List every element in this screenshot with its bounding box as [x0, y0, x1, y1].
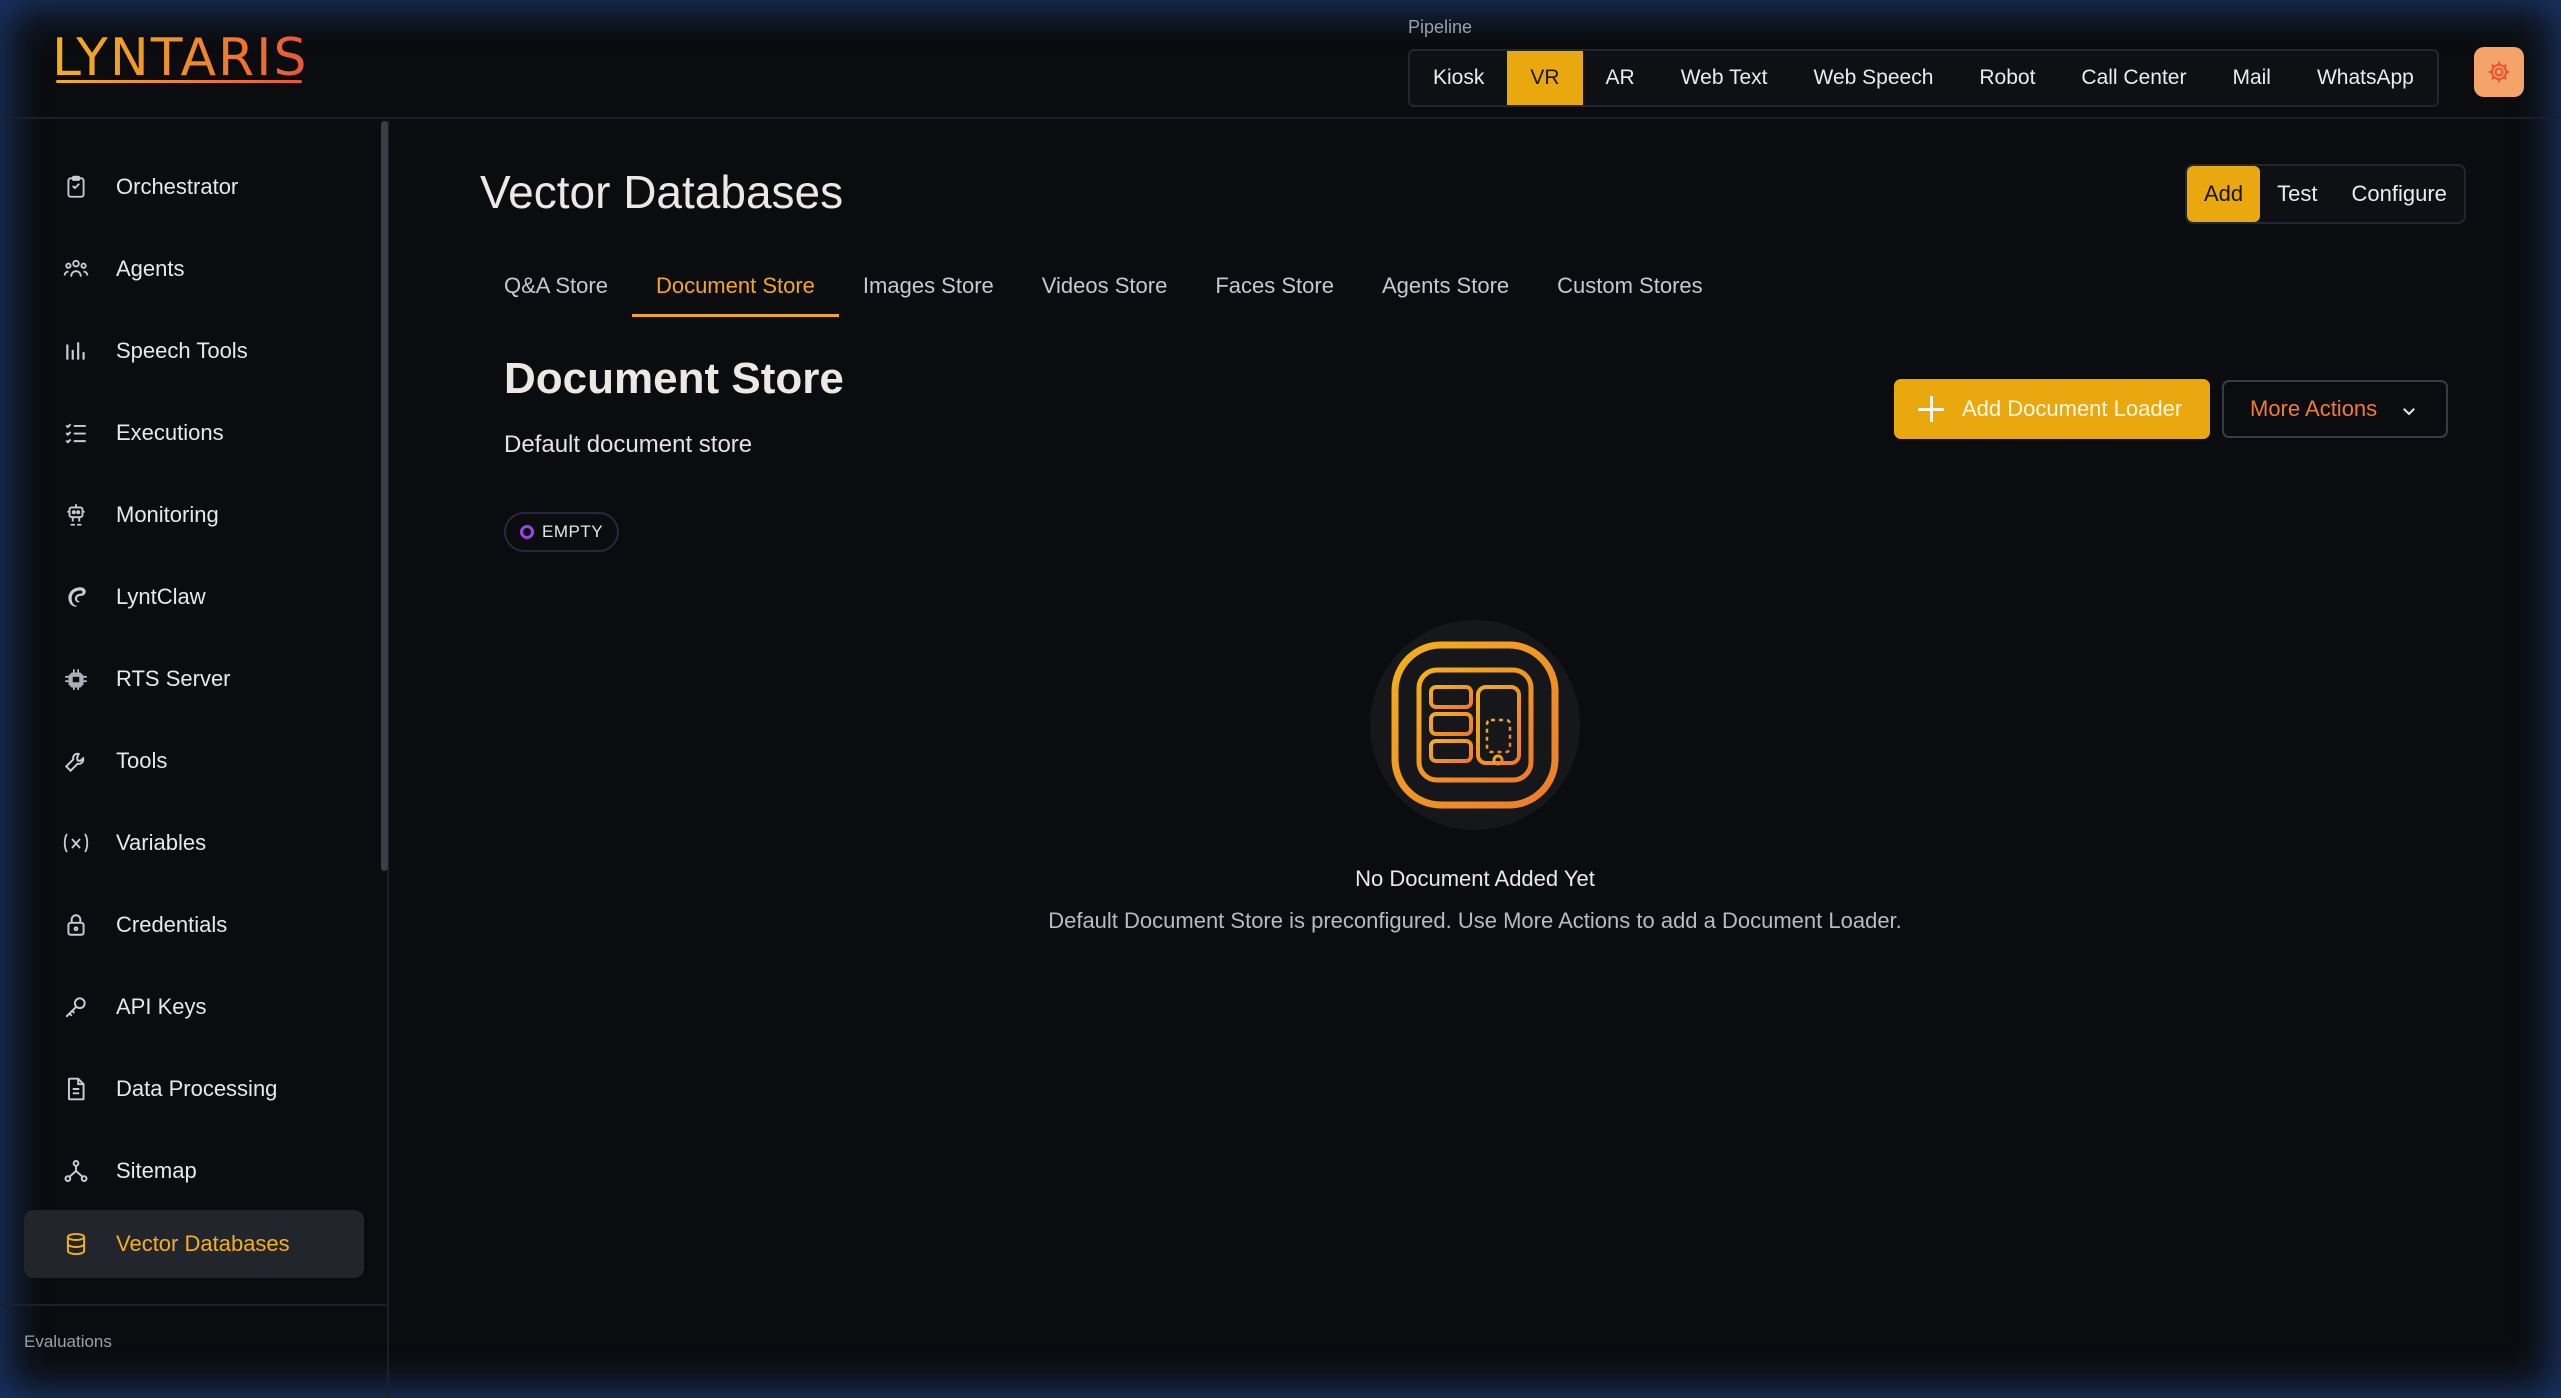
variable-icon — [61, 828, 91, 858]
key-icon — [61, 992, 91, 1022]
pipeline-robot[interactable]: Robot — [1956, 51, 2058, 105]
logo: LYNTARIS — [52, 28, 309, 88]
sidebar-item-agents[interactable]: Agents — [24, 235, 364, 303]
sidebar-item-tools[interactable]: Tools — [24, 727, 364, 795]
sidebar-item-orchestrator[interactable]: Orchestrator — [24, 153, 364, 221]
store-subtitle: Default document store — [504, 431, 753, 458]
tab-custom-stores[interactable]: Custom Stores — [1533, 255, 1727, 317]
settings-button[interactable] — [2474, 47, 2524, 97]
pipeline-mail[interactable]: Mail — [2209, 51, 2294, 105]
plus-icon — [1918, 396, 1944, 422]
robot-icon — [61, 500, 91, 530]
sidebar-divider — [0, 1304, 387, 1306]
logo-underline — [56, 80, 302, 83]
database-icon — [61, 1229, 91, 1259]
sidebar-item-data-processing[interactable]: Data Processing — [24, 1055, 364, 1123]
sidebar-item-api-keys[interactable]: API Keys — [24, 973, 364, 1041]
sitemap-icon — [61, 1156, 91, 1186]
tab-agents-store[interactable]: Agents Store — [1358, 255, 1533, 317]
chevron-down-icon — [2403, 408, 2415, 416]
status-dot-icon — [520, 525, 534, 539]
sidebar-item-label: Tools — [116, 748, 168, 773]
app-window: LYNTARIS Pipeline Kiosk VR AR Web Text W… — [0, 0, 2561, 1398]
more-actions-label: More Actions — [2250, 396, 2378, 421]
sidebar-item-speech-tools[interactable]: Speech Tools — [24, 317, 364, 385]
pipeline-whatsapp[interactable]: WhatsApp — [2294, 51, 2437, 105]
sidebar-item-label: API Keys — [116, 994, 207, 1019]
empty-state-description: Default Document Store is preconfigured.… — [1048, 908, 1902, 933]
pipeline-call-center[interactable]: Call Center — [2058, 51, 2209, 105]
top-action-group: Add Test Configure — [2185, 164, 2466, 224]
sidebar-item-sitemap[interactable]: Sitemap — [24, 1137, 364, 1205]
sidebar-item-label: Variables — [116, 830, 207, 855]
wrench-icon — [61, 746, 91, 776]
claw-icon — [61, 582, 91, 612]
sidebar-item-label: Data Processing — [116, 1076, 278, 1101]
document-store-icon — [1391, 641, 1559, 809]
sidebar-item-label: Vector Databases — [116, 1231, 290, 1256]
sidebar-section-evaluations: Evaluations — [24, 1332, 112, 1351]
sidebar-item-rts-server[interactable]: RTS Server — [24, 645, 364, 713]
page-title: Vector Databases — [480, 166, 844, 218]
users-icon — [61, 254, 91, 284]
tab-videos-store[interactable]: Videos Store — [1018, 255, 1192, 317]
sidebar-item-monitoring[interactable]: Monitoring — [24, 481, 364, 549]
top-bar: LYNTARIS Pipeline Kiosk VR AR Web Text W… — [0, 0, 2561, 119]
store-title: Document Store — [504, 354, 844, 403]
sidebar-item-label: Speech Tools — [116, 338, 248, 363]
sidebar-item-lyntclaw[interactable]: LyntClaw — [24, 563, 364, 631]
pipeline-vr[interactable]: VR — [1507, 51, 1583, 105]
bar-chart-icon — [61, 336, 91, 366]
tab-faces-store[interactable]: Faces Store — [1191, 255, 1358, 317]
sidebar-item-vector-databases[interactable]: Vector Databases — [24, 1210, 364, 1278]
sidebar: Orchestrator Agents Speech Tools Executi… — [0, 121, 389, 1398]
store-tabs: Q&A Store Document Store Images Store Vi… — [480, 255, 1727, 317]
test-button[interactable]: Test — [2260, 166, 2334, 222]
sidebar-item-label: Executions — [116, 420, 224, 445]
empty-state-icon — [1370, 620, 1580, 830]
sidebar-scrollbar[interactable] — [381, 121, 388, 871]
list-check-icon — [61, 418, 91, 448]
sidebar-item-label: Sitemap — [116, 1158, 197, 1183]
pipeline-web-text[interactable]: Web Text — [1658, 51, 1791, 105]
configure-button[interactable]: Configure — [2335, 166, 2464, 222]
add-document-loader-label: Add Document Loader — [1962, 396, 2183, 421]
status-badge: EMPTY — [504, 512, 620, 552]
sidebar-item-executions[interactable]: Executions — [24, 399, 364, 467]
pipeline-ar[interactable]: AR — [1583, 51, 1658, 105]
pipeline-web-speech[interactable]: Web Speech — [1791, 51, 1957, 105]
tab-qa-store[interactable]: Q&A Store — [480, 255, 632, 317]
sidebar-item-label: LyntClaw — [116, 584, 206, 609]
tab-images-store[interactable]: Images Store — [839, 255, 1018, 317]
pipeline-label: Pipeline — [1408, 17, 1473, 37]
add-document-loader-button[interactable]: Add Document Loader — [1894, 379, 2210, 439]
pipeline-selector: Kiosk VR AR Web Text Web Speech Robot Ca… — [1408, 49, 2439, 107]
status-badge-label: EMPTY — [542, 522, 604, 541]
more-actions-button[interactable]: More Actions — [2222, 380, 2448, 438]
tab-document-store[interactable]: Document Store — [631, 255, 839, 317]
add-button[interactable]: Add — [2187, 166, 2261, 222]
file-icon — [61, 1074, 91, 1104]
sidebar-item-label: Agents — [116, 256, 185, 281]
clipboard-icon — [61, 172, 91, 202]
gear-icon — [2488, 61, 2510, 83]
empty-state-title: No Document Added Yet — [1355, 866, 1595, 891]
sidebar-item-label: RTS Server — [116, 666, 231, 691]
server-icon — [61, 664, 91, 694]
sidebar-item-label: Orchestrator — [116, 174, 239, 199]
sidebar-item-label: Monitoring — [116, 502, 219, 527]
pipeline-kiosk[interactable]: Kiosk — [1410, 51, 1507, 105]
